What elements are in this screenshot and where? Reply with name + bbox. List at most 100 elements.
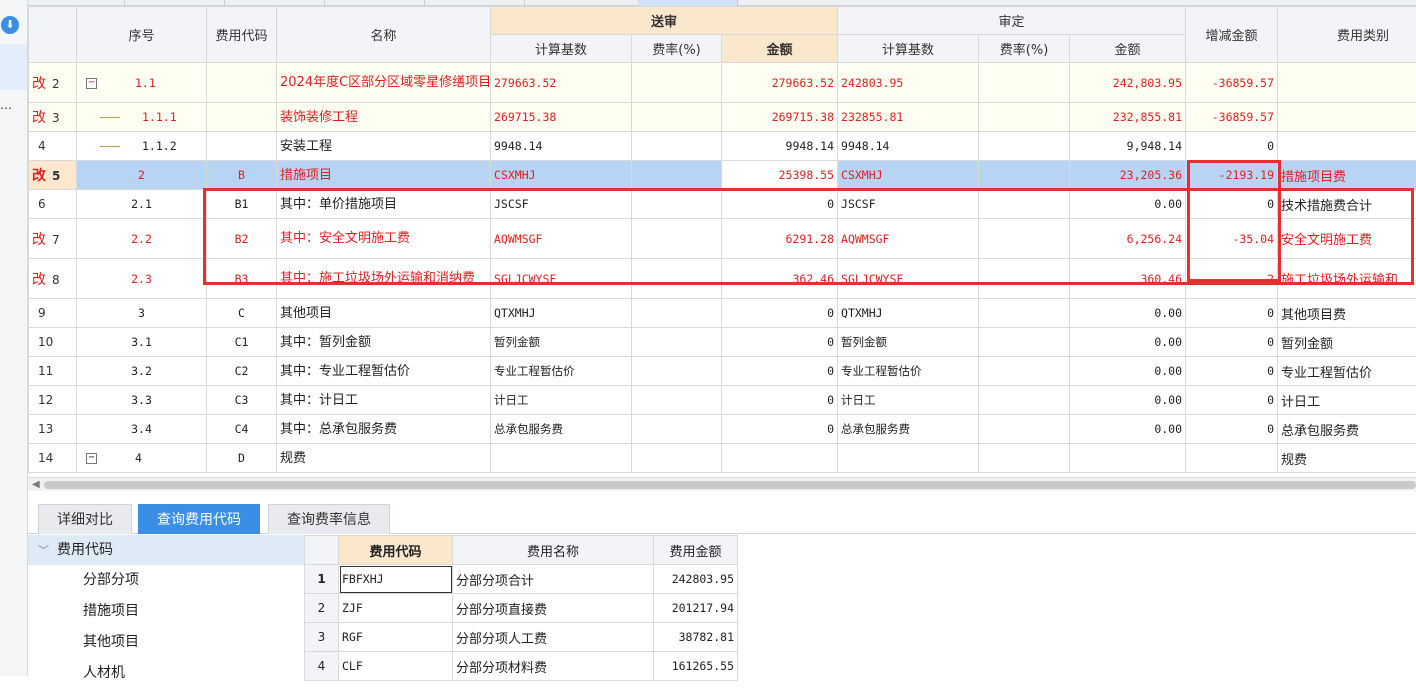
category-cell[interactable]: 其他项目费 (1278, 299, 1416, 328)
change-cell[interactable]: 0 (1186, 415, 1278, 444)
audit-rate-cell[interactable] (979, 190, 1070, 219)
row-number-cell[interactable]: 改7 (29, 219, 77, 259)
codes-code-cell[interactable]: FBFXHJ (339, 565, 453, 594)
table-row[interactable]: 改52B措施项目CSXMHJ25398.55CSXMHJ23,205.36-21… (29, 161, 1416, 190)
change-cell[interactable]: 0 (1186, 132, 1278, 161)
row-number-cell[interactable]: 9 (29, 299, 77, 328)
audit-amount-cell[interactable]: 0.00 (1070, 328, 1186, 357)
row-number-cell[interactable]: 改8 (29, 259, 77, 299)
send-base-cell[interactable]: 总承包服务费 (491, 415, 632, 444)
audit-rate-cell[interactable] (979, 132, 1070, 161)
audit-amount-cell[interactable]: 0.00 (1070, 357, 1186, 386)
send-amount-cell[interactable]: 362.46 (722, 259, 838, 299)
send-amount-cell[interactable]: 0 (722, 357, 838, 386)
send-base-cell[interactable]: SGLJCWYSF (491, 259, 632, 299)
audit-rate-cell[interactable] (979, 415, 1070, 444)
send-base-cell[interactable] (491, 444, 632, 473)
header-send-amount[interactable]: 金额 (722, 35, 838, 63)
row-number-cell[interactable]: 13 (29, 415, 77, 444)
seq-cell[interactable]: 2.3 (77, 259, 207, 299)
row-number-cell[interactable]: 改2 (29, 63, 77, 103)
audit-base-cell[interactable]: 专业工程暂估价 (838, 357, 979, 386)
name-cell[interactable]: 其他项目 (277, 299, 491, 328)
seq-cell[interactable]: 2.1 (77, 190, 207, 219)
audit-base-cell[interactable]: SGLJCWYSF (838, 259, 979, 299)
tree-item[interactable]: 其他项目 (28, 627, 304, 658)
audit-rate-cell[interactable] (979, 63, 1070, 103)
row-number-cell[interactable]: 11 (29, 357, 77, 386)
send-amount-cell[interactable] (722, 444, 838, 473)
audit-rate-cell[interactable] (979, 357, 1070, 386)
audit-base-cell[interactable]: 242803.95 (838, 63, 979, 103)
audit-base-cell[interactable]: CSXMHJ (838, 161, 979, 190)
send-rate-cell[interactable] (632, 386, 722, 415)
table-row[interactable]: 改82.3B3其中：施工垃圾场外运输和消纳费SGLJCWYSF362.46SGL… (29, 259, 1416, 299)
audit-base-cell[interactable]: 232855.81 (838, 103, 979, 132)
category-cell[interactable]: 安全文明施工费 (1278, 219, 1416, 259)
seq-cell[interactable]: 2.2 (77, 219, 207, 259)
change-cell[interactable]: 0 (1186, 357, 1278, 386)
change-cell[interactable] (1186, 444, 1278, 473)
code-cell[interactable]: B2 (207, 219, 277, 259)
code-cell[interactable] (207, 63, 277, 103)
table-row[interactable]: 123.3C3其中：计日工计日工0计日工0.000计日工 (29, 386, 1416, 415)
code-cell[interactable] (207, 132, 277, 161)
audit-amount-cell[interactable]: 0.00 (1070, 415, 1186, 444)
codes-row-index[interactable]: 1 (305, 565, 339, 594)
category-cell[interactable]: 规费 (1278, 444, 1416, 473)
audit-amount-cell[interactable]: 9,948.14 (1070, 132, 1186, 161)
codes-row-index[interactable]: 2 (305, 594, 339, 623)
audit-base-cell[interactable]: AQWMSGF (838, 219, 979, 259)
tree-item[interactable]: 分部分项 (28, 565, 304, 596)
name-cell[interactable]: 其中：单价措施项目 (277, 190, 491, 219)
header-send-base[interactable]: 计算基数 (491, 35, 632, 63)
change-cell[interactable]: -36859.57 (1186, 103, 1278, 132)
codes-header-code[interactable]: 费用代码 (339, 536, 453, 565)
send-base-cell[interactable]: 计日工 (491, 386, 632, 415)
table-row[interactable]: 改31.1.1装饰装修工程269715.38269715.38232855.81… (29, 103, 1416, 132)
audit-base-cell[interactable] (838, 444, 979, 473)
tree-item[interactable]: 人材机 (28, 658, 304, 689)
codes-header-name[interactable]: 费用名称 (453, 536, 654, 565)
tab-query-fee-code[interactable]: 查询费用代码 (138, 504, 260, 534)
name-cell[interactable]: 其中：总承包服务费 (277, 415, 491, 444)
audit-amount-cell[interactable]: 6,256.24 (1070, 219, 1186, 259)
code-cell[interactable]: C1 (207, 328, 277, 357)
code-cell[interactable]: D (207, 444, 277, 473)
audit-rate-cell[interactable] (979, 299, 1070, 328)
scroll-left-icon[interactable]: ◀ (32, 478, 40, 492)
name-cell[interactable]: 其中：安全文明施工费 (277, 219, 491, 259)
send-rate-cell[interactable] (632, 259, 722, 299)
category-cell[interactable] (1278, 132, 1416, 161)
codes-code-cell[interactable]: ZJF (339, 594, 453, 623)
codes-name-cell[interactable]: 分部分项材料费 (453, 652, 654, 681)
code-cell[interactable]: B1 (207, 190, 277, 219)
change-cell[interactable]: 0 (1186, 299, 1278, 328)
code-cell[interactable]: B (207, 161, 277, 190)
send-rate-cell[interactable] (632, 190, 722, 219)
scroll-thumb[interactable] (44, 481, 1416, 489)
audit-amount-cell[interactable]: 23,205.36 (1070, 161, 1186, 190)
send-base-cell[interactable]: 279663.52 (491, 63, 632, 103)
audit-base-cell[interactable]: 暂列金额 (838, 328, 979, 357)
tab-query-rate-info[interactable]: 查询费率信息 (268, 504, 390, 534)
code-cell[interactable]: C (207, 299, 277, 328)
send-amount-cell[interactable]: 0 (722, 386, 838, 415)
change-cell[interactable]: 0 (1186, 386, 1278, 415)
download-circle-icon[interactable]: ⬇ (1, 16, 19, 34)
header-audit-amount[interactable]: 金额 (1070, 35, 1186, 63)
send-rate-cell[interactable] (632, 103, 722, 132)
send-amount-cell[interactable]: 0 (722, 190, 838, 219)
send-rate-cell[interactable] (632, 132, 722, 161)
code-cell[interactable]: C4 (207, 415, 277, 444)
send-base-cell[interactable]: QTXMHJ (491, 299, 632, 328)
row-number-cell[interactable]: 4 (29, 132, 77, 161)
change-cell[interactable]: -2 (1186, 259, 1278, 299)
send-base-cell[interactable]: 9948.14 (491, 132, 632, 161)
audit-amount-cell[interactable]: 242,803.95 (1070, 63, 1186, 103)
name-cell[interactable]: 其中：暂列金额 (277, 328, 491, 357)
codes-header-amount[interactable]: 费用金额 (654, 536, 738, 565)
category-cell[interactable]: 措施项目费 (1278, 161, 1416, 190)
change-cell[interactable]: 0 (1186, 328, 1278, 357)
seq-cell[interactable]: 3.4 (77, 415, 207, 444)
